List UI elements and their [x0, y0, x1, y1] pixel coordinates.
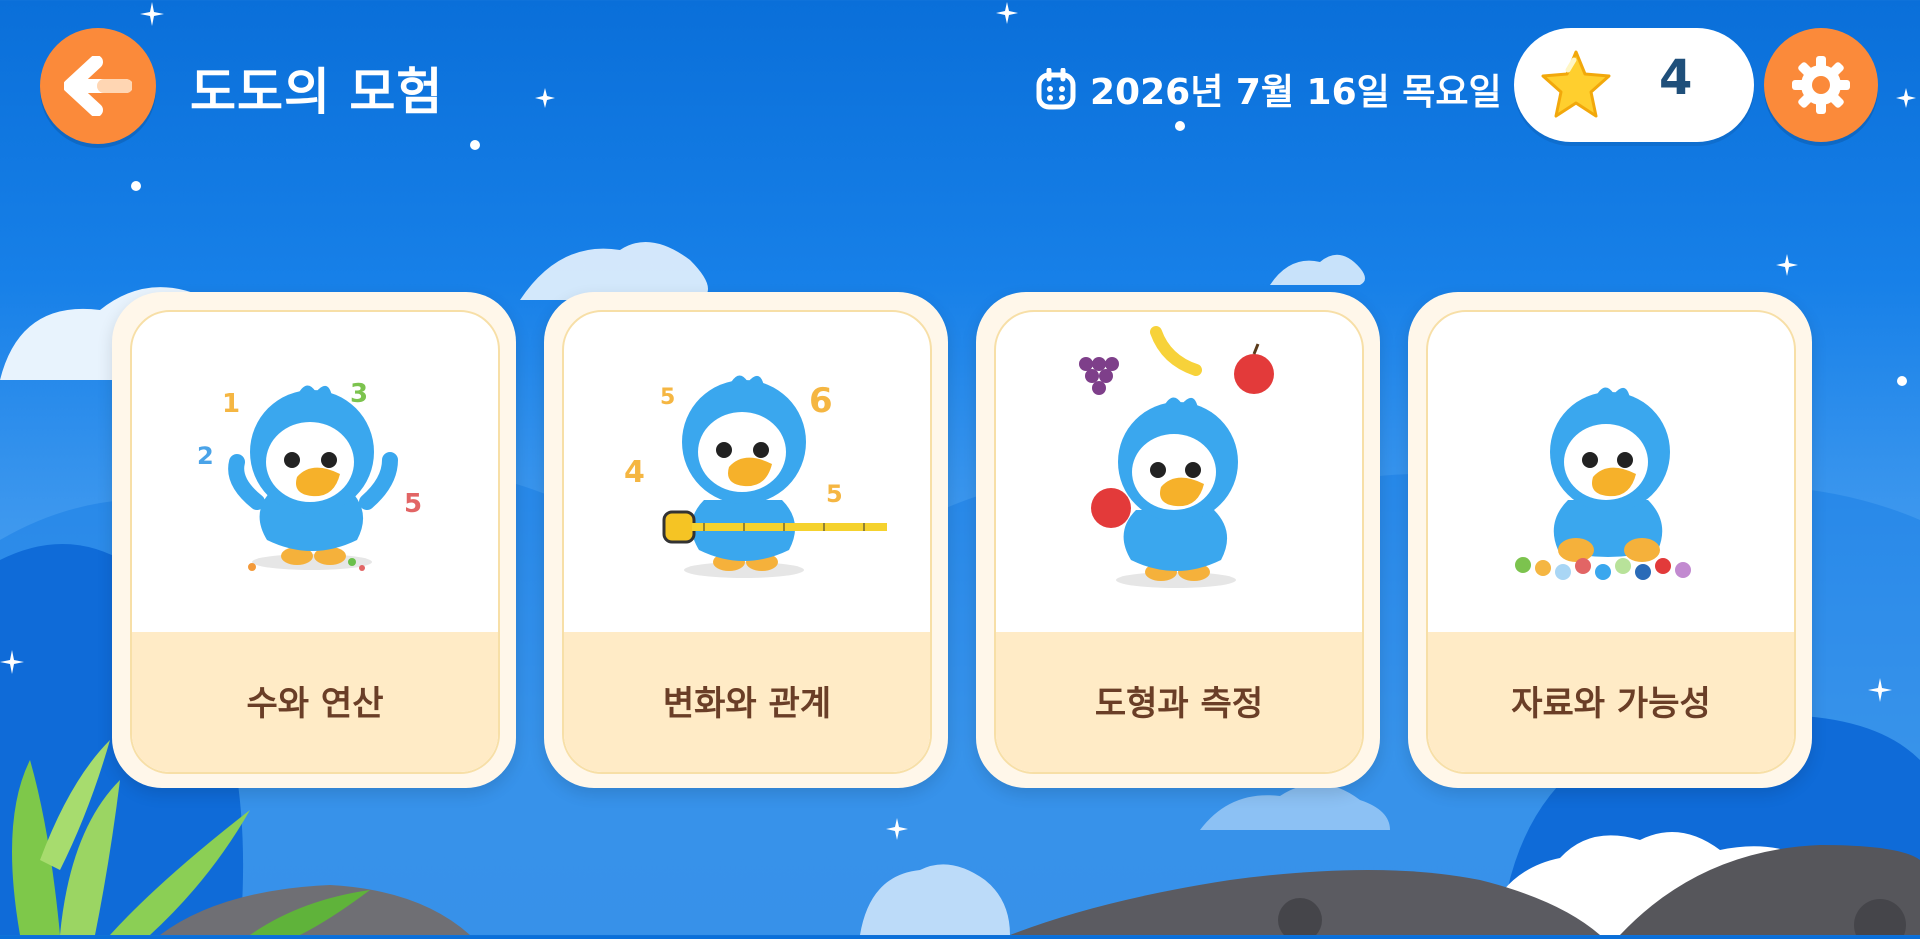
card-inner: 5 6 4 5 변화와 관계 [562, 310, 932, 774]
svg-text:3: 3 [350, 379, 368, 409]
card-illustration [996, 312, 1362, 632]
card-inner: 자료와 가능성 [1426, 310, 1796, 774]
card-change-relations[interactable]: 5 6 4 5 변화와 관계 [544, 292, 948, 788]
svg-text:5: 5 [660, 385, 675, 410]
svg-text:5: 5 [826, 480, 843, 508]
card-shapes-measurement[interactable]: 도형과 측정 [976, 292, 1380, 788]
gear-icon [1792, 56, 1850, 114]
card-illustration: 1 2 3 5 [132, 312, 498, 632]
svg-text:1: 1 [222, 389, 240, 419]
card-label: 변화와 관계 [662, 684, 832, 724]
card-label: 자료와 가능성 [1511, 684, 1711, 724]
card-inner: 도형과 측정 [994, 310, 1364, 774]
svg-text:5: 5 [404, 489, 422, 519]
card-data-probability[interactable]: 자료와 가능성 [1408, 292, 1812, 788]
calendar-icon [1036, 68, 1076, 110]
star-count: 4 [1659, 50, 1693, 106]
card-numbers-operations[interactable]: 1 2 3 5 수와 연산 [112, 292, 516, 788]
top-bar: 도도의 모험 2026년 7월 16일 목요일 4 [0, 0, 1920, 150]
page-title: 도도의 모험 [190, 63, 444, 121]
back-button[interactable] [40, 28, 156, 144]
card-label-area: 수와 연산 [132, 632, 498, 772]
star-icon [1541, 50, 1611, 118]
card-illustration: 5 6 4 5 [564, 312, 930, 632]
settings-button[interactable] [1764, 28, 1878, 142]
date-display: 2026년 7월 16일 목요일 [1036, 64, 1502, 114]
card-inner: 1 2 3 5 수와 연산 [130, 310, 500, 774]
card-label: 도형과 측정 [1094, 684, 1264, 724]
card-label-area: 변화와 관계 [564, 632, 930, 772]
sparkle-icon [0, 650, 24, 674]
star-dot [1897, 376, 1907, 386]
star-counter: 4 [1514, 28, 1754, 142]
svg-text:4: 4 [624, 455, 645, 490]
sparkle-icon [1868, 678, 1892, 702]
svg-text:6: 6 [809, 381, 833, 421]
mascot-marbles-illustration [1515, 387, 1691, 580]
sparkle-icon [886, 818, 908, 840]
sparkle-icon [1776, 254, 1798, 276]
card-label-area: 자료와 가능성 [1428, 632, 1794, 772]
arrow-left-icon [64, 56, 132, 116]
card-label-area: 도형과 측정 [996, 632, 1362, 772]
mascot-fruits-illustration [1079, 326, 1274, 588]
mascot-numbers-illustration: 1 2 3 5 [197, 379, 422, 571]
card-label: 수와 연산 [246, 684, 384, 724]
mascot-tape-measure-illustration: 5 6 4 5 [624, 375, 887, 578]
date-text: 2026년 7월 16일 목요일 [1090, 72, 1502, 113]
card-illustration [1428, 312, 1794, 632]
svg-text:2: 2 [197, 442, 214, 470]
star-dot [131, 181, 141, 191]
